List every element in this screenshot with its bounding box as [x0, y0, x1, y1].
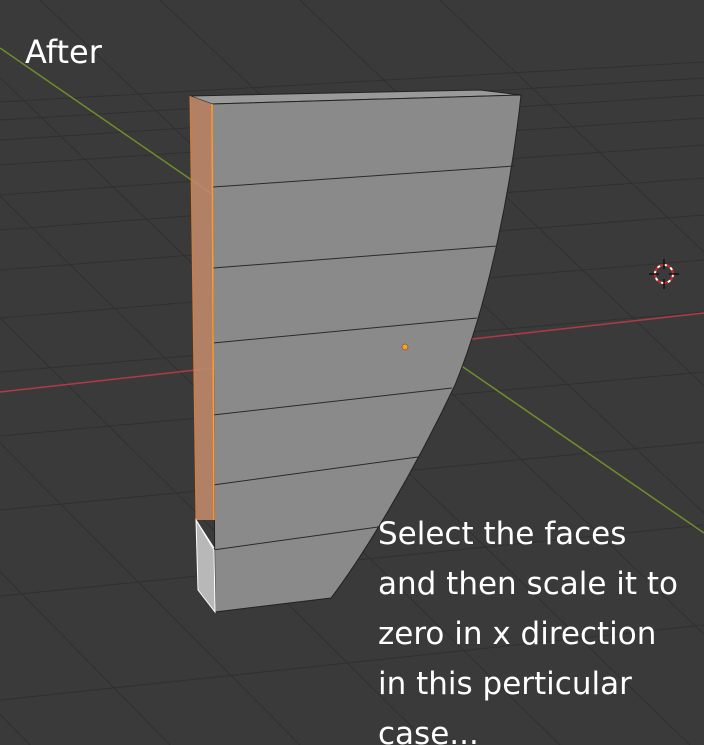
annotation-line: zero in x direction: [378, 616, 657, 652]
annotation-line: and then scale it to: [378, 566, 679, 602]
origin-dot-icon: [401, 343, 409, 351]
annotation-line: case...: [378, 716, 479, 745]
annotation-line: Select the faces: [378, 516, 627, 552]
3d-cursor-icon[interactable]: [649, 259, 679, 289]
selected-side-face[interactable]: [190, 96, 214, 520]
annotation-line: in this perticular: [378, 666, 632, 702]
after-caption: After: [25, 33, 102, 71]
3d-viewport[interactable]: After Select the faces and then scale it…: [0, 0, 704, 745]
unselected-side-face[interactable]: [195, 518, 216, 614]
annotation-text: Select the faces and then scale it to ze…: [378, 509, 704, 745]
